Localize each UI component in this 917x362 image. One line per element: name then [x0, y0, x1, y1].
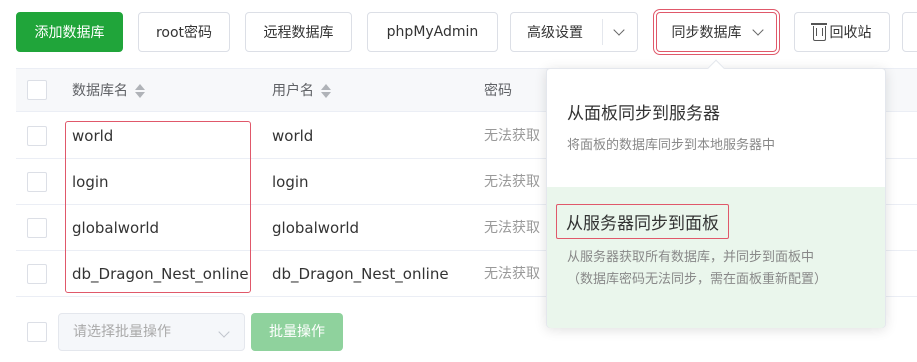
sort-icon[interactable] [320, 83, 332, 99]
add-database-button[interactable]: 添加数据库 [16, 12, 123, 52]
username-cell: world [272, 127, 314, 145]
chevron-down-icon [751, 23, 764, 36]
password-cell: 无法获取 [484, 128, 540, 144]
db-name-highlight-box [65, 121, 251, 293]
column-db-name-label: 数据库名 [72, 83, 128, 99]
select-all-checkbox[interactable] [27, 80, 47, 100]
batch-operation-button[interactable]: 批量操作 [251, 313, 343, 351]
sync-database-label: 同步数据库 [671, 25, 742, 41]
advanced-settings-button[interactable]: 高级设置 [510, 12, 638, 52]
sync-panel-to-server-option[interactable]: 从面板同步到服务器 将面板的数据库同步到本地服务器中 [547, 69, 885, 187]
chevron-down-icon [218, 326, 230, 338]
username-cell: login [272, 173, 309, 191]
option-description-note: （数据库密码无法同步，需在面板重新配置） [567, 272, 828, 287]
username-cell: db_Dragon_Nest_online [272, 265, 449, 283]
option-title: 从服务器同步到面板 [556, 204, 729, 239]
root-password-button[interactable]: root密码 [138, 12, 230, 52]
footer-select-all-checkbox[interactable] [27, 322, 47, 342]
row-checkbox[interactable] [27, 218, 47, 238]
password-cell: 无法获取 [484, 266, 540, 282]
batch-operation-placeholder: 请选择批量操作 [73, 324, 171, 340]
password-cell: 无法获取 [484, 220, 540, 236]
column-db-name[interactable]: 数据库名 [72, 69, 146, 113]
batch-operation-select[interactable]: 请选择批量操作 [58, 313, 245, 351]
option-description: 从服务器获取所有数据库，并同步到面板中 [567, 250, 815, 265]
trash-icon [810, 23, 827, 41]
row-checkbox[interactable] [27, 172, 47, 192]
sync-server-to-panel-option[interactable]: 从服务器同步到面板 从服务器获取所有数据库，并同步到面板中 （数据库密码无法同步… [547, 187, 885, 328]
row-checkbox[interactable] [27, 126, 47, 146]
remote-database-button[interactable]: 远程数据库 [245, 12, 352, 52]
username-cell: globalworld [272, 219, 360, 237]
sort-icon[interactable] [134, 83, 146, 99]
column-password: 密码 [484, 83, 512, 99]
option-description: 将面板的数据库同步到本地服务器中 [567, 138, 776, 153]
row-checkbox[interactable] [27, 264, 47, 284]
sync-database-button[interactable]: 同步数据库 [653, 9, 780, 55]
column-username-label: 用户名 [272, 83, 314, 99]
column-username[interactable]: 用户名 [272, 69, 332, 113]
advanced-settings-label: 高级设置 [527, 25, 583, 41]
more-toolbar-button[interactable] [902, 12, 917, 52]
split-divider [602, 19, 603, 45]
option-title: 从面板同步到服务器 [567, 104, 720, 124]
password-cell: 无法获取 [484, 174, 540, 190]
chevron-down-icon[interactable] [613, 24, 625, 36]
recycle-bin-button[interactable]: 回收站 [794, 12, 890, 52]
sync-database-dropdown: 从面板同步到服务器 将面板的数据库同步到本地服务器中 从服务器同步到面板 从服务… [546, 59, 886, 328]
phpmyadmin-button[interactable]: phpMyAdmin [367, 12, 498, 52]
recycle-bin-label: 回收站 [829, 25, 872, 41]
